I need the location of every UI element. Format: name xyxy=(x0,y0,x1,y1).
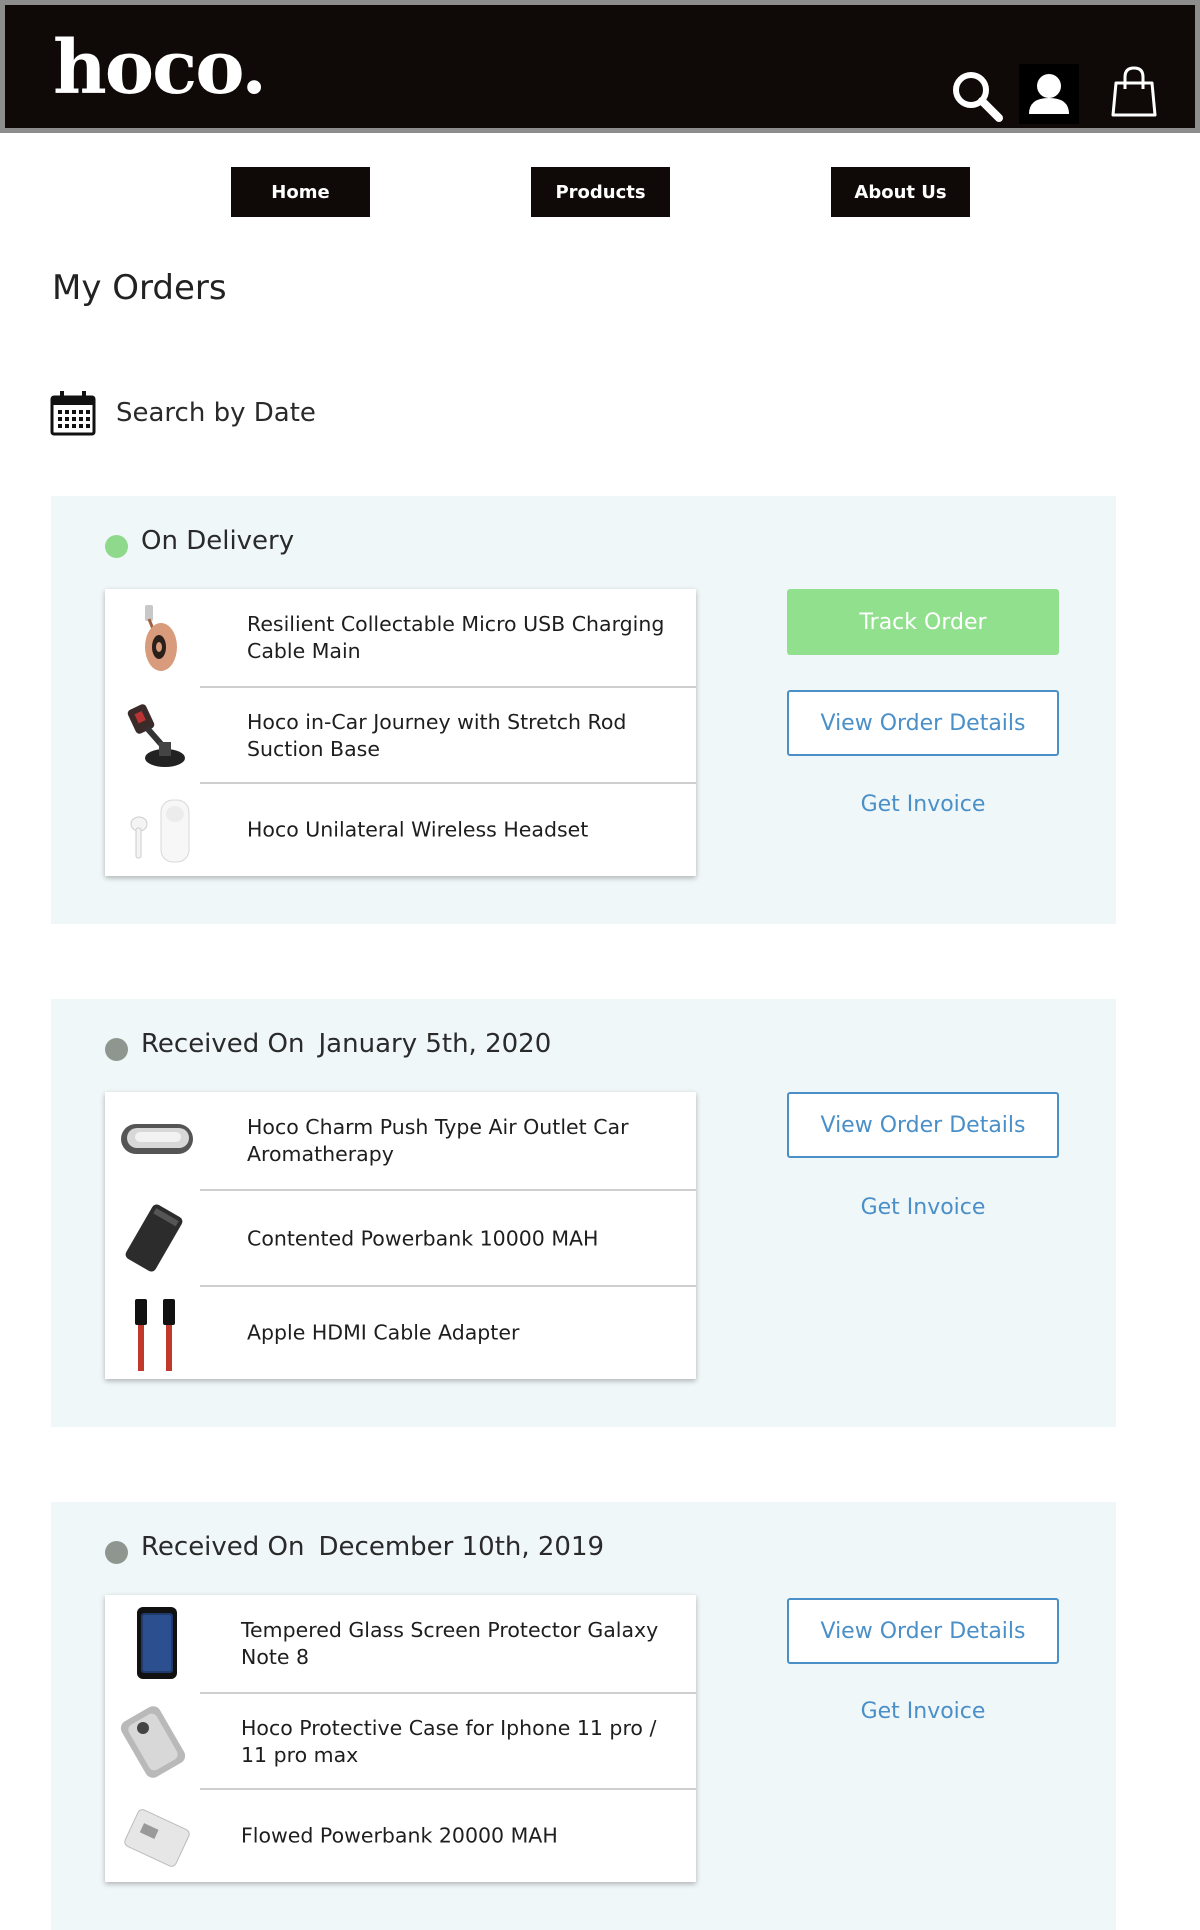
calendar-icon xyxy=(50,391,96,436)
order-item-name: Hoco Charm Push Type Air Outlet Car Arom… xyxy=(247,1115,629,1166)
order-item-list: Hoco Charm Push Type Air Outlet Car Arom… xyxy=(105,1092,696,1379)
view-order-details-button[interactable]: View Order Details xyxy=(787,1598,1059,1664)
usb-cable-reel-thumb xyxy=(145,605,177,671)
search-by-date-label: Search by Date xyxy=(116,398,316,428)
hdmi-cable-thumb xyxy=(135,1299,175,1371)
order-item[interactable]: Flowed Powerbank 20000 MAH xyxy=(105,1790,696,1882)
powerbank-black-thumb xyxy=(125,1204,183,1272)
nav-about-button[interactable]: About Us xyxy=(831,167,970,217)
nav-products-button[interactable]: Products xyxy=(531,167,670,217)
order-item-name: Apple HDMI Cable Adapter xyxy=(247,1320,520,1345)
order-item-name: Hoco Unilateral Wireless Headset xyxy=(247,817,589,842)
order-item-list: Tempered Glass Screen Protector Galaxy N… xyxy=(105,1595,696,1882)
car-aroma-clip-thumb xyxy=(121,1124,193,1154)
order-item-list: Resilient Collectable Micro USB Charging… xyxy=(105,589,696,876)
car-phone-mount-thumb xyxy=(127,704,185,767)
order-item[interactable]: Contented Powerbank 10000 MAH xyxy=(105,1191,696,1286)
shopping-bag-icon[interactable] xyxy=(1110,65,1158,121)
status-dot xyxy=(105,535,128,558)
track-order-button[interactable]: Track Order xyxy=(787,589,1059,655)
brand-logo[interactable]: hoco. xyxy=(53,31,267,105)
powerbank-white-thumb xyxy=(124,1809,190,1867)
order-item[interactable]: Hoco Charm Push Type Air Outlet Car Arom… xyxy=(105,1092,696,1190)
order-item-name: Flowed Powerbank 20000 MAH xyxy=(241,1823,558,1848)
status-dot xyxy=(105,1541,128,1564)
order-card: Received On January 5th, 2020 Hoco Charm … xyxy=(51,999,1116,1427)
order-item-name: Tempered Glass Screen Protector Galaxy N… xyxy=(241,1618,659,1669)
view-order-details-button[interactable]: View Order Details xyxy=(787,1092,1059,1158)
order-item-name: Contented Powerbank 10000 MAH xyxy=(247,1226,599,1250)
get-invoice-link[interactable]: Get Invoice xyxy=(787,792,1059,817)
wireless-earbud-thumb xyxy=(130,799,190,863)
order-date: January 5th, 2020 xyxy=(318,1029,552,1059)
status-dot xyxy=(105,1038,128,1061)
order-date: December 10th, 2019 xyxy=(318,1532,605,1562)
page-title: My Orders xyxy=(52,268,227,308)
order-card: On Delivery Resilient Collectable Micro … xyxy=(51,496,1116,924)
status-label: On Delivery xyxy=(141,526,295,556)
order-item[interactable]: Hoco Protective Case for Iphone 11 pro /… xyxy=(105,1694,696,1789)
nav-home-button[interactable]: Home xyxy=(231,167,370,217)
view-order-details-button[interactable]: View Order Details xyxy=(787,690,1059,756)
order-item[interactable]: Tempered Glass Screen Protector Galaxy N… xyxy=(105,1595,696,1693)
phone-case-thumb xyxy=(120,1706,186,1778)
order-item[interactable]: Resilient Collectable Micro USB Charging… xyxy=(105,589,696,687)
order-item[interactable]: Hoco Unilateral Wireless Headset xyxy=(105,784,696,876)
status-label: Received On xyxy=(141,1532,305,1562)
order-item-name: Hoco in-Car Journey with Stretch Rod Suc… xyxy=(247,709,627,761)
status-label: Received On xyxy=(141,1029,305,1059)
order-card: Received On December 10th, 2019 Tempered … xyxy=(51,1502,1116,1930)
search-icon[interactable] xyxy=(949,68,1007,124)
get-invoice-link[interactable]: Get Invoice xyxy=(787,1699,1059,1724)
order-item[interactable]: Apple HDMI Cable Adapter xyxy=(105,1287,696,1379)
user-icon[interactable] xyxy=(1019,64,1079,124)
order-item-name: Hoco Protective Case for Iphone 11 pro /… xyxy=(241,1715,657,1767)
screen-protector-thumb xyxy=(137,1607,177,1679)
get-invoice-link[interactable]: Get Invoice xyxy=(787,1195,1059,1220)
site-header: hoco. xyxy=(0,0,1200,133)
order-item[interactable]: Hoco in-Car Journey with Stretch Rod Suc… xyxy=(105,688,696,783)
order-item-name: Resilient Collectable Micro USB Charging… xyxy=(247,612,665,663)
